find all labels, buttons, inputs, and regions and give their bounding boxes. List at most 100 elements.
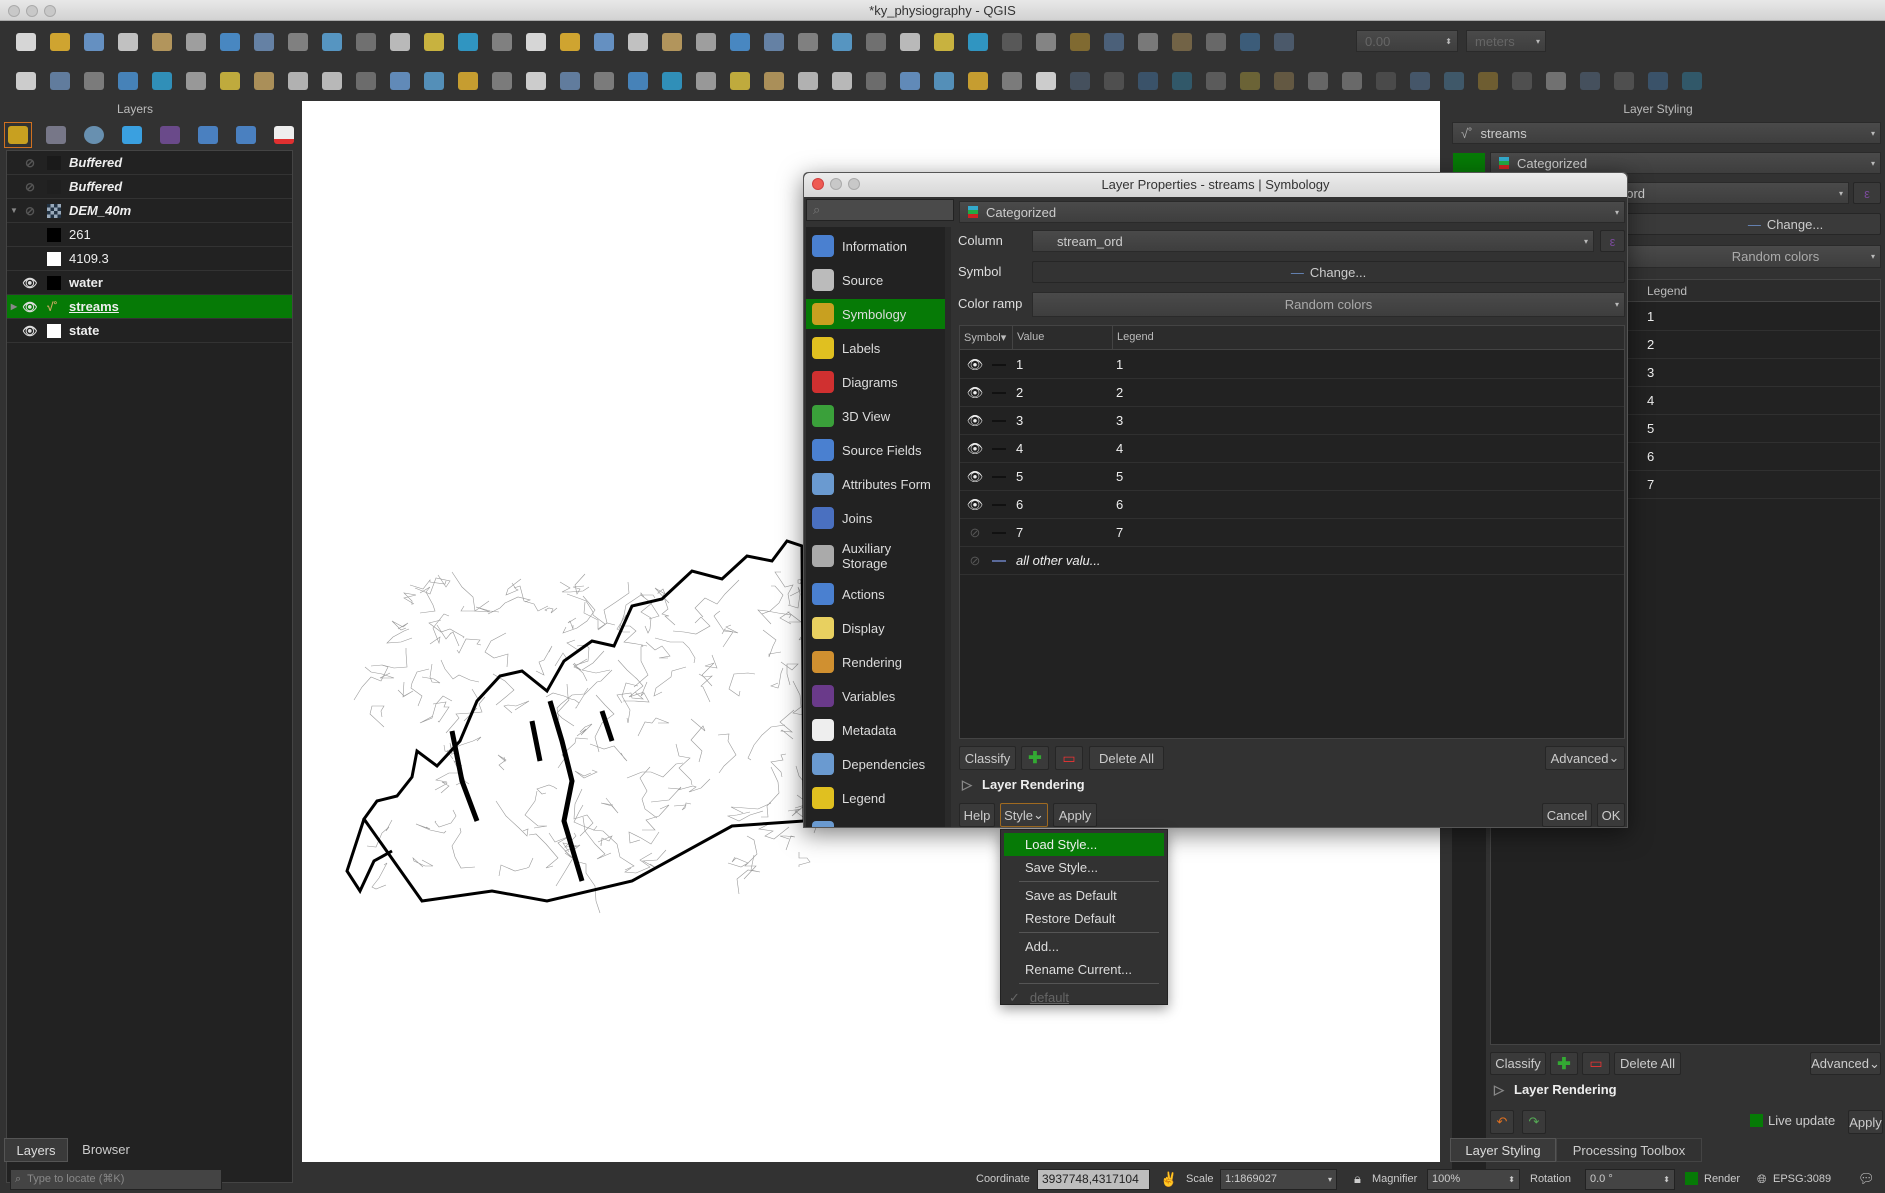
menu-item-current-style[interactable]: ✓ default xyxy=(1001,986,1167,1009)
column-select[interactable]: stream_ord ▾ xyxy=(1032,230,1594,252)
toolbar-tool-icon[interactable] xyxy=(522,29,550,55)
toolbar-tool-icon[interactable] xyxy=(998,68,1026,94)
toolbar-tool-icon[interactable] xyxy=(80,68,108,94)
tab-layer-styling[interactable]: Layer Styling xyxy=(1450,1138,1556,1162)
snap-tolerance-input[interactable]: 0.00 ⬍ xyxy=(1356,30,1458,52)
line-symbol-icon[interactable] xyxy=(992,363,1006,366)
menu-item-add[interactable]: Add... xyxy=(1001,935,1167,958)
visibility-eye-icon[interactable]: 👁︎ xyxy=(962,469,988,485)
manage-visibility-icon[interactable] xyxy=(80,122,108,148)
renderer-select[interactable]: Categorized ▾ xyxy=(959,201,1625,223)
layer-item[interactable]: 👁︎ state xyxy=(7,319,292,343)
category-row[interactable]: 👁︎ 5 5 xyxy=(960,463,1624,491)
sidebar-item-metadata[interactable]: Metadata xyxy=(806,715,945,745)
toolbar-tool-icon[interactable] xyxy=(284,29,312,55)
sidebar-item-source[interactable]: Source xyxy=(806,265,945,295)
locator-search-input[interactable]: ⌕ Type to locate (⌘K) xyxy=(10,1169,222,1190)
help-button[interactable]: Help xyxy=(959,803,995,827)
sidebar-item-source-fields[interactable]: Source Fields xyxy=(806,435,945,465)
toolbar-tool-icon[interactable] xyxy=(556,29,584,55)
globe-crs-icon[interactable]: 🌐︎ xyxy=(1757,1165,1767,1193)
menu-item-load-style[interactable]: Load Style... xyxy=(1004,833,1164,856)
expand-all-icon[interactable] xyxy=(194,122,222,148)
magnifier-spinbox[interactable]: 100% ⬍ xyxy=(1427,1169,1520,1190)
toolbar-tool-icon[interactable] xyxy=(114,29,142,55)
sidebar-item-auxiliary-storage[interactable]: Auxiliary Storage xyxy=(806,537,945,575)
category-row[interactable]: ⊘ 7 7 xyxy=(960,519,1624,547)
filter-expression-icon[interactable] xyxy=(156,122,184,148)
toolbar-tool-icon[interactable] xyxy=(352,29,380,55)
toolbar-tool-icon[interactable] xyxy=(488,29,516,55)
line-symbol-icon[interactable] xyxy=(992,503,1006,506)
toolbar-tool-icon[interactable] xyxy=(420,29,448,55)
menu-item-save-as-default[interactable]: Save as Default xyxy=(1001,884,1167,907)
sidebar-item-dependencies[interactable]: Dependencies xyxy=(806,749,945,779)
toolbar-tool-icon[interactable] xyxy=(216,29,244,55)
styling-layer-select[interactable]: √˚ streams ▾ xyxy=(1452,122,1881,144)
expression-button[interactable]: ε xyxy=(1853,182,1881,204)
sidebar-search-input[interactable]: ⌕ xyxy=(806,199,954,221)
menu-item-restore-default[interactable]: Restore Default xyxy=(1001,907,1167,930)
dialog-close-button[interactable] xyxy=(812,178,824,190)
sidebar-item-symbology[interactable]: Symbology xyxy=(806,299,945,329)
sidebar-item-labels[interactable]: Labels xyxy=(806,333,945,363)
legend-column-header[interactable]: Legend xyxy=(1112,326,1158,350)
visibility-eye-icon[interactable]: 👁︎ xyxy=(962,357,988,373)
toolbar-tool-icon[interactable] xyxy=(658,29,686,55)
category-row[interactable]: ⊘ all other valu... xyxy=(960,547,1624,575)
sidebar-item-joins[interactable]: Joins xyxy=(806,503,945,533)
live-update-checkbox[interactable] xyxy=(1750,1114,1763,1127)
line-symbol-icon[interactable] xyxy=(992,391,1006,394)
toolbar-tool-icon[interactable] xyxy=(896,29,924,55)
hidden-eye-icon[interactable]: ⊘ xyxy=(21,180,39,194)
line-symbol-icon[interactable] xyxy=(992,475,1006,478)
layer-item[interactable]: ⊘ Buffered xyxy=(7,175,292,199)
toolbar-tool-icon[interactable] xyxy=(284,68,312,94)
delete-all-button[interactable]: Delete All xyxy=(1089,746,1164,770)
toolbar-tool-icon[interactable] xyxy=(488,68,516,94)
toolbar-tool-icon[interactable] xyxy=(1304,68,1332,94)
sidebar-item-qgis-server[interactable]: QGIS Server xyxy=(806,817,945,827)
remove-layer-icon[interactable] xyxy=(270,122,298,148)
toolbar-tool-icon[interactable] xyxy=(80,29,108,55)
hidden-eye-icon[interactable]: ⊘ xyxy=(21,204,39,218)
styling-delete-all-button[interactable]: Delete All xyxy=(1614,1052,1681,1075)
toolbar-tool-icon[interactable] xyxy=(1678,68,1706,94)
toolbar-tool-icon[interactable] xyxy=(556,68,584,94)
toolbar-tool-icon[interactable] xyxy=(250,68,278,94)
hidden-eye-icon[interactable]: ⊘ xyxy=(962,525,988,541)
toolbar-tool-icon[interactable] xyxy=(454,68,482,94)
layer-item[interactable]: ▶ 👁︎ √˚ streams xyxy=(7,295,292,319)
minimize-window-button[interactable] xyxy=(26,5,38,17)
coordinate-field[interactable]: 3937748,4317104 xyxy=(1037,1169,1150,1190)
toolbar-tool-icon[interactable] xyxy=(1474,68,1502,94)
toolbar-tool-icon[interactable] xyxy=(658,68,686,94)
layer-item[interactable]: ⊘ Buffered xyxy=(7,151,292,175)
menu-item-rename-current[interactable]: Rename Current... xyxy=(1001,958,1167,981)
advanced-button[interactable]: Advanced ⌄ xyxy=(1545,746,1625,770)
toolbar-tool-icon[interactable] xyxy=(148,29,176,55)
toolbar-tool-icon[interactable] xyxy=(590,29,618,55)
toolbar-tool-icon[interactable] xyxy=(590,68,618,94)
category-row[interactable]: 👁︎ 1 1 xyxy=(960,351,1624,379)
category-row[interactable]: 👁︎ 4 4 xyxy=(960,435,1624,463)
sidebar-item-legend[interactable]: Legend xyxy=(806,783,945,813)
rotation-spinbox[interactable]: 0.0 ° ⬍ xyxy=(1585,1169,1675,1190)
scale-select[interactable]: 1:1869027 ▾ xyxy=(1220,1169,1337,1190)
toolbar-tool-icon[interactable] xyxy=(12,29,40,55)
toolbar-tool-icon[interactable] xyxy=(1372,68,1400,94)
toolbar-tool-icon[interactable] xyxy=(386,68,414,94)
tab-layers[interactable]: Layers xyxy=(4,1138,68,1162)
toolbar-tool-icon[interactable] xyxy=(1168,29,1196,55)
value-column-header[interactable]: Value xyxy=(1012,326,1048,350)
dialog-zoom-button[interactable] xyxy=(848,178,860,190)
visibility-eye-icon[interactable]: 👁︎ xyxy=(962,497,988,513)
add-class-icon[interactable]: ✚ xyxy=(1021,746,1049,770)
expand-toggle-icon[interactable]: ▼ xyxy=(7,206,21,215)
visibility-eye-icon[interactable]: 👁︎ xyxy=(21,276,39,290)
sidebar-item-attributes-form[interactable]: Attributes Form xyxy=(806,469,945,499)
toolbar-tool-icon[interactable] xyxy=(930,29,958,55)
toolbar-tool-icon[interactable] xyxy=(1508,68,1536,94)
toolbar-tool-icon[interactable] xyxy=(964,29,992,55)
toolbar-tool-icon[interactable] xyxy=(794,68,822,94)
